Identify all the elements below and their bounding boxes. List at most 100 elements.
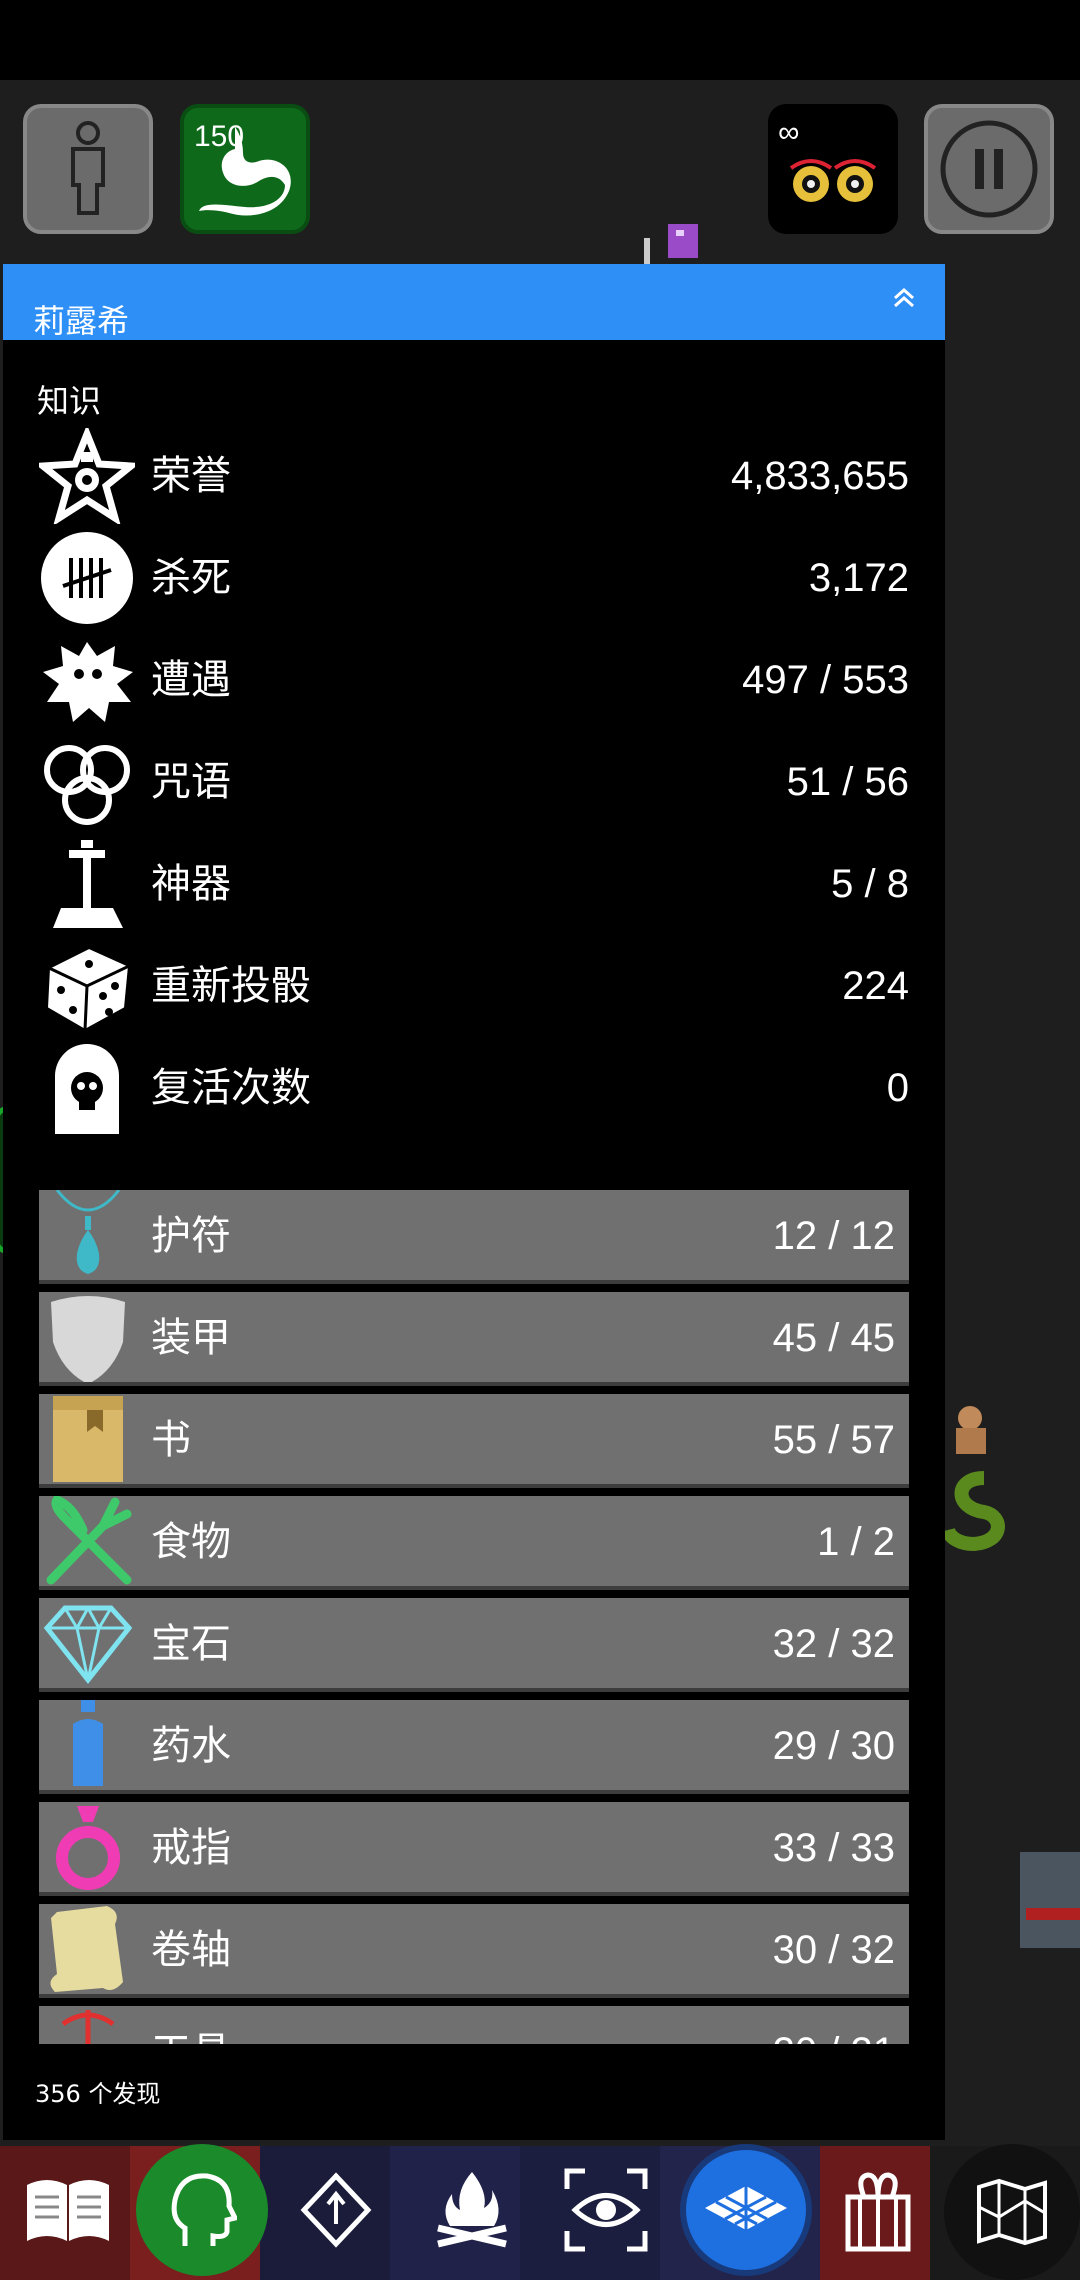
panel-title: 莉露希 [33,302,130,340]
diamond-marker-icon [300,2172,372,2248]
category-value: 30 / 32 [772,1928,895,1972]
look-button[interactable] [546,2150,666,2270]
food-status-button[interactable]: 150 [180,104,310,234]
stat-value: 0 [886,1066,909,1110]
character-info-button[interactable] [136,2144,268,2276]
category-label: 护符 [151,1213,231,1259]
pause-icon [940,120,1038,218]
stat-label: 杀死 [151,555,231,601]
eyes-icon [789,159,877,202]
star-badge-icon [39,428,135,524]
category-row-food[interactable]: 食物 1 / 2 [39,1496,909,1590]
stat-value: 51 / 56 [786,760,909,804]
category-label: 宝石 [151,1621,231,1667]
stat-row-spells: 咒语 51 / 56 [39,734,909,830]
journal-button[interactable] [8,2150,128,2270]
imp-sprite [644,224,698,264]
category-label: 书 [151,1417,191,1463]
stat-value: 497 / 553 [742,658,909,702]
stat-row-rerolls: 重新投骰 224 [39,938,909,1034]
category-row-armor[interactable]: 装甲 45 / 45 [39,1292,909,1386]
category-value: 55 / 57 [772,1418,895,1462]
stat-label: 神器 [151,861,231,907]
eye-focus-icon [564,2168,648,2252]
category-value: 45 / 45 [772,1316,895,1360]
folded-map-icon [977,2178,1047,2246]
campfire-icon [437,2172,507,2248]
layers-grid-icon [705,2186,787,2230]
sword-in-stone-icon [53,840,123,928]
crocodile-sprite [1020,1852,1080,1948]
stat-row-revives: 复活次数 0 [39,1040,909,1136]
category-row-amulets[interactable]: 护符 12 / 12 [39,1190,909,1284]
food-value: 150 [194,120,245,153]
map-layers-button[interactable] [680,2144,812,2276]
category-row-scrolls[interactable]: 卷轴 30 / 32 [39,1904,909,1998]
vision-value: ∞ [778,116,800,149]
stat-row-artifacts: 神器 5 / 8 [39,836,909,932]
stat-label: 复活次数 [151,1065,311,1111]
category-value: 29 / 30 [772,1724,895,1768]
world-map-button[interactable] [944,2144,1080,2280]
category-label: 装甲 [151,1315,231,1361]
open-book-icon [27,2180,109,2241]
category-label: 工具 [151,2006,231,2044]
stat-label: 遭遇 [151,657,231,703]
status-bar [0,0,1080,80]
category-row-potions[interactable]: 药水 29 / 30 [39,1700,909,1794]
section-title: 知识 [37,382,102,420]
category-value: 32 / 32 [772,1622,895,1666]
tool-icon [61,2010,115,2044]
category-row-books[interactable]: 书 55 / 57 [39,1394,909,1488]
category-row-gems[interactable]: 宝石 32 / 32 [39,1598,909,1692]
stat-value: 224 [842,964,909,1008]
stat-row-encounters: 遭遇 497 / 553 [39,632,909,728]
vision-status-button[interactable]: ∞ [768,104,898,234]
stat-label: 重新投骰 [151,963,311,1009]
triquetra-icon [44,745,130,825]
gift-bag-icon [845,2172,911,2252]
discoveries-count: 356 个发现 [35,2080,161,2108]
rest-button[interactable] [412,2150,532,2270]
panel-header[interactable]: 莉露希 [3,264,945,340]
tombstone-skull-icon [55,1044,119,1134]
amulet-icon [55,1190,121,1274]
snake-sprite [944,1471,1005,1552]
category-row-rings[interactable]: 戒指 33 / 33 [39,1802,909,1896]
tally-marks-icon [41,532,133,624]
scroll-icon [50,1906,123,1992]
pause-button[interactable] [924,104,1054,234]
panel-scroll-area[interactable]: 莉露希 知识 荣誉 4,833,655 杀死 3,172 遭遇 497 / 55… [3,264,945,2044]
search-button[interactable] [276,2150,396,2270]
collapse-chevron-icon[interactable] [889,284,919,314]
stat-label: 荣誉 [151,453,231,499]
stat-label: 咒语 [151,759,231,805]
ring-icon [56,1806,120,1890]
dice-icon [45,946,131,1032]
category-label: 药水 [151,1723,231,1769]
stat-value: 3,172 [808,556,909,600]
fork-knife-icon [46,1496,132,1585]
category-row-tools[interactable]: 工具 20 / 21 [39,2006,909,2044]
stat-value: 5 / 8 [831,862,909,906]
potion-bottle-icon [73,1700,103,1786]
person-icon [71,121,105,215]
book-icon [53,1396,123,1482]
shield-icon [51,1296,125,1382]
category-label: 卷轴 [151,1927,231,1973]
monster-splat-icon [43,642,133,722]
category-label: 食物 [151,1519,231,1565]
stat-value: 4,833,655 [731,454,909,498]
knowledge-panel: 莉露希 知识 荣誉 4,833,655 杀死 3,172 遭遇 497 / 55… [3,264,945,2140]
inventory-button[interactable] [818,2150,938,2270]
stat-row-kills: 杀死 3,172 [39,530,909,626]
category-value: 20 / 21 [773,2006,895,2044]
monkey-sprite [956,1406,986,1454]
category-value: 1 / 2 [817,1520,895,1564]
category-value: 33 / 33 [772,1826,895,1870]
character-button[interactable] [23,104,153,234]
category-label: 戒指 [151,1825,231,1871]
category-value: 12 / 12 [772,1214,895,1258]
stat-row-honor: 荣誉 4,833,655 [39,428,909,524]
head-profile-icon [171,2173,237,2246]
